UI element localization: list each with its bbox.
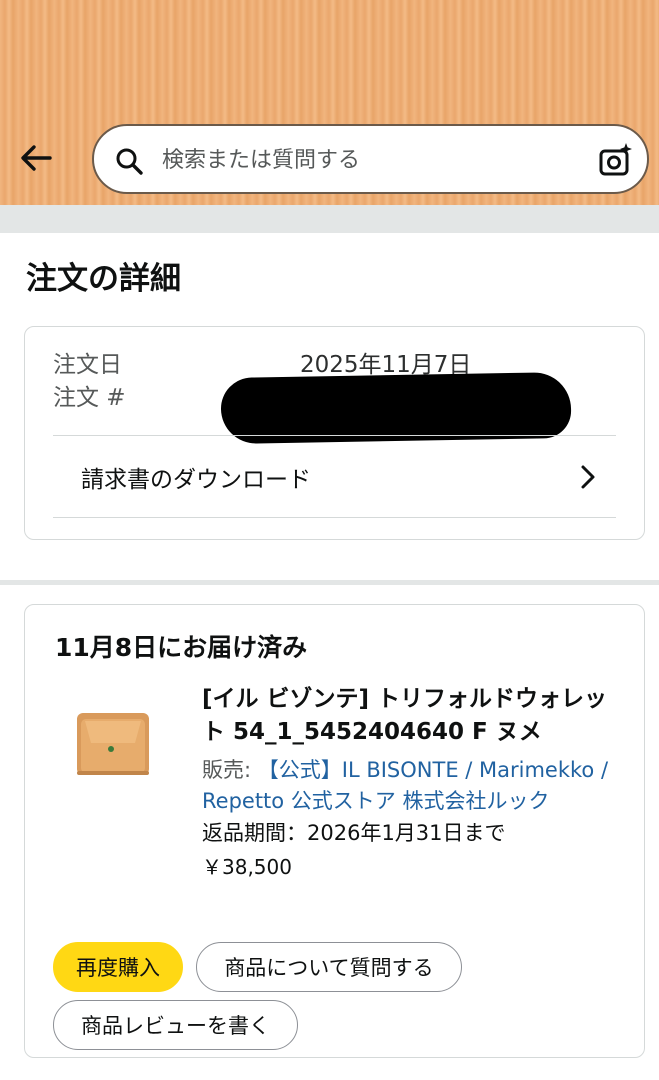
seller-prefix: 販売: (202, 758, 258, 782)
search-input[interactable]: 検索または質問する (92, 124, 649, 194)
order-info-card: 注文日 2025年11月7日 注文 # 249-2125-48-7710052 … (24, 326, 645, 540)
shipment-card: 11月8日にお届け済み [イル ビゾンテ] トリフォルドウォレット 54_1_5… (24, 604, 645, 1058)
return-period: 返品期間：2026年1月31日まで (202, 821, 506, 845)
back-arrow-icon (21, 145, 52, 171)
seller-link[interactable]: 【公式】IL BISONTE / Marimekko / Repetto 公式ス… (202, 758, 608, 813)
redaction-scribble (220, 371, 572, 445)
shipment-section: 11月8日にお届け済み [イル ビゾンテ] トリフォルドウォレット 54_1_5… (0, 585, 659, 1080)
order-date-label: 注文日 (53, 352, 122, 378)
product-image[interactable] (75, 709, 151, 777)
back-button[interactable] (14, 136, 58, 180)
delivery-status: 11月8日にお届け済み (55, 633, 308, 662)
invoice-download-label: 請求書のダウンロード (81, 466, 311, 493)
page-title: 注文の詳細 (26, 261, 181, 297)
order-details-section: 注文の詳細 注文日 2025年11月7日 注文 # 249-2125-48-77… (0, 233, 659, 580)
invoice-download-row[interactable]: 請求書のダウンロード (53, 436, 616, 517)
search-placeholder: 検索または質問する (162, 148, 361, 173)
order-number-label: 注文 # (53, 385, 126, 411)
header-divider (0, 205, 659, 233)
buy-again-button[interactable]: 再度購入 (53, 942, 183, 992)
ask-question-button[interactable]: 商品について質問する (196, 942, 462, 992)
product-title-link[interactable]: [イル ビゾンテ] トリフォルドウォレット 54_1_5452404640 F … (202, 683, 622, 749)
product-price: ￥38,500 (202, 855, 292, 879)
app-header: 検索または質問する (0, 0, 659, 205)
camera-search-icon[interactable] (597, 142, 633, 178)
chevron-right-icon (581, 465, 595, 488)
divider (53, 517, 616, 518)
seller-line: 販売: 【公式】IL BISONTE / Marimekko / Repetto… (202, 755, 622, 817)
search-icon (116, 148, 143, 175)
write-review-button[interactable]: 商品レビューを書く (53, 1000, 298, 1050)
